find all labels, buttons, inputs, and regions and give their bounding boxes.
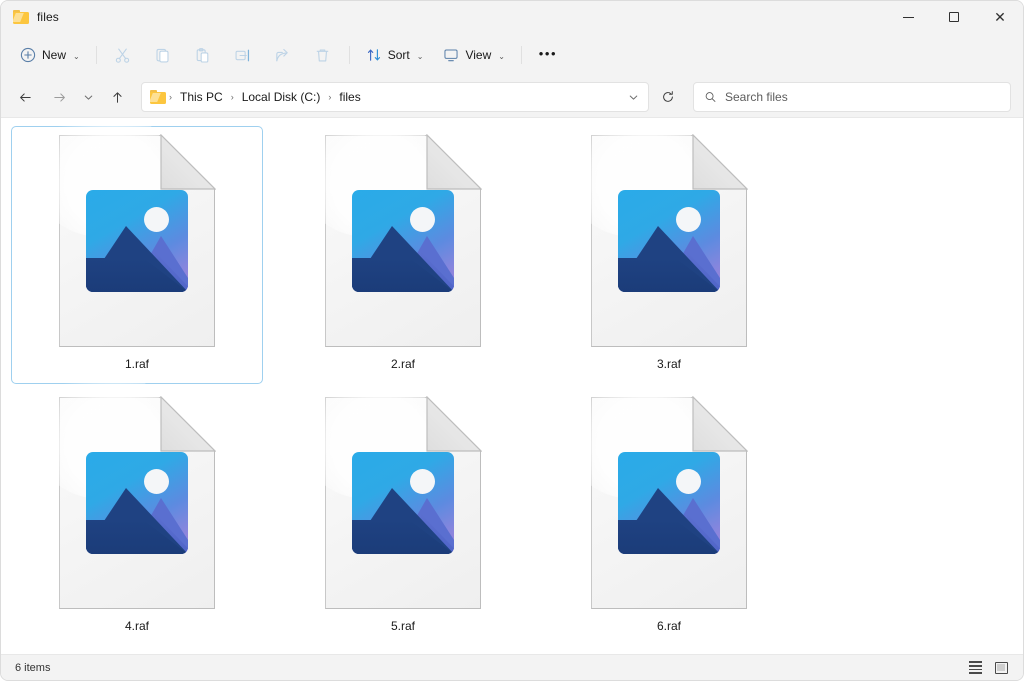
plus-circle-icon <box>20 47 36 63</box>
raf-file-icon <box>298 368 482 609</box>
file-item-6[interactable]: 6.raf <box>543 368 795 646</box>
file-item-5[interactable]: 5.raf <box>277 368 529 646</box>
rename-button[interactable] <box>224 39 262 71</box>
breadcrumb-separator: › <box>230 92 234 102</box>
breadcrumb[interactable]: › This PC › Local Disk (C:) › files <box>141 82 649 112</box>
file-item-4[interactable]: 4.raf <box>11 368 263 646</box>
image-thumbnail-icon <box>352 190 454 292</box>
toolbar-divider <box>95 46 97 64</box>
title-bar: files ✕ <box>1 1 1023 33</box>
raf-file-icon <box>564 368 748 609</box>
chevron-down-icon <box>629 95 637 100</box>
refresh-icon <box>663 91 673 102</box>
paste-button[interactable] <box>184 39 222 71</box>
chevron-down-icon: ⌄ <box>416 51 424 61</box>
chevron-down-icon: ⌄ <box>73 51 80 61</box>
raf-file-icon <box>298 118 482 347</box>
file-name-label: 5.raf <box>390 619 415 633</box>
file-item-2[interactable]: 2.raf <box>277 118 529 384</box>
new-button-label: New <box>42 48 67 62</box>
image-thumbnail-icon <box>86 190 188 292</box>
sort-button[interactable]: Sort ⌄ <box>357 39 433 71</box>
back-arrow-icon <box>19 92 31 102</box>
toolbar-divider-2 <box>348 46 350 64</box>
file-name-label: 6.raf <box>656 619 681 633</box>
breadcrumb-dropdown-button[interactable] <box>622 85 644 109</box>
chevron-down-icon <box>84 95 92 100</box>
delete-button[interactable] <box>304 39 342 71</box>
recent-locations-button[interactable] <box>77 81 99 113</box>
raf-file-icon <box>32 368 216 609</box>
ellipsis-icon: ••• <box>538 45 558 61</box>
raf-file-icon <box>32 118 216 347</box>
breadcrumb-item-local-disk[interactable]: Local Disk (C:) <box>237 87 326 107</box>
file-list-view[interactable]: 1.raf 2.raf 3.raf 4.raf 5.raf 6.raf <box>1 117 1023 654</box>
breadcrumb-item-files[interactable]: files <box>334 87 365 107</box>
back-button[interactable] <box>9 81 41 113</box>
more-options-button[interactable]: ••• <box>529 39 567 71</box>
file-name-label: 2.raf <box>390 357 415 371</box>
list-view-icon <box>968 661 982 674</box>
address-bar: › This PC › Local Disk (C:) › files <box>1 77 1023 117</box>
sort-arrows-icon <box>367 49 380 61</box>
minimize-icon <box>902 16 914 18</box>
up-button[interactable] <box>101 81 133 113</box>
details-view-toggle[interactable] <box>963 658 987 678</box>
view-button[interactable]: View ⌄ <box>434 39 514 71</box>
breadcrumb-separator: › <box>169 92 172 102</box>
large-icons-view-toggle[interactable] <box>989 658 1013 678</box>
cut-button[interactable] <box>104 39 142 71</box>
search-icon <box>705 92 716 102</box>
sort-button-label: Sort <box>387 48 410 62</box>
toolbar-divider-3 <box>520 46 522 64</box>
item-count-label: 6 items <box>15 661 51 674</box>
new-button[interactable]: New ⌄ <box>11 39 89 71</box>
image-thumbnail-icon <box>618 190 720 292</box>
chevron-down-icon: ⌄ <box>498 51 505 61</box>
paste-icon <box>196 47 209 63</box>
file-item-3[interactable]: 3.raf <box>543 118 795 384</box>
up-arrow-icon <box>112 91 122 103</box>
image-thumbnail-icon <box>86 452 188 554</box>
view-button-label: View <box>465 48 492 62</box>
command-bar: New ⌄ Sort ⌄ View ⌄ ••• <box>1 33 1023 77</box>
share-button[interactable] <box>264 39 302 71</box>
window-title: files <box>37 10 59 24</box>
close-button[interactable]: ✕ <box>977 1 1023 33</box>
rename-icon <box>235 49 250 61</box>
breadcrumb-separator: › <box>328 92 332 102</box>
file-name-label: 3.raf <box>656 357 681 371</box>
refresh-button[interactable] <box>653 82 683 112</box>
folder-icon <box>12 10 29 24</box>
share-icon <box>276 48 288 61</box>
file-name-label: 4.raf <box>124 619 149 633</box>
monitor-icon <box>444 49 458 62</box>
title-bar-left: files <box>1 1 885 33</box>
maximize-icon <box>949 12 959 22</box>
image-thumbnail-icon <box>352 452 454 554</box>
search-box[interactable] <box>693 82 1011 112</box>
cut-icon <box>116 48 130 63</box>
raf-file-icon <box>564 118 748 347</box>
file-explorer-window: files ✕ New ⌄ Sort ⌄ View ⌄ ••• › This P… <box>0 0 1024 681</box>
file-item-1[interactable]: 1.raf <box>11 118 263 384</box>
forward-button[interactable] <box>43 81 75 113</box>
close-icon: ✕ <box>994 9 1006 25</box>
breadcrumb-item-this-pc[interactable]: This PC <box>175 87 228 107</box>
delete-icon <box>316 48 329 62</box>
breadcrumb-folder-icon <box>149 90 166 104</box>
forward-arrow-icon <box>53 92 65 102</box>
copy-icon <box>156 48 169 62</box>
file-name-label: 1.raf <box>124 357 149 371</box>
minimize-button[interactable] <box>885 1 931 33</box>
large-icons-view-icon <box>994 661 1008 674</box>
status-bar: 6 items <box>1 654 1023 680</box>
search-input[interactable] <box>725 90 1000 104</box>
window-controls: ✕ <box>885 1 1023 33</box>
copy-button[interactable] <box>144 39 182 71</box>
image-thumbnail-icon <box>618 452 720 554</box>
maximize-button[interactable] <box>931 1 977 33</box>
